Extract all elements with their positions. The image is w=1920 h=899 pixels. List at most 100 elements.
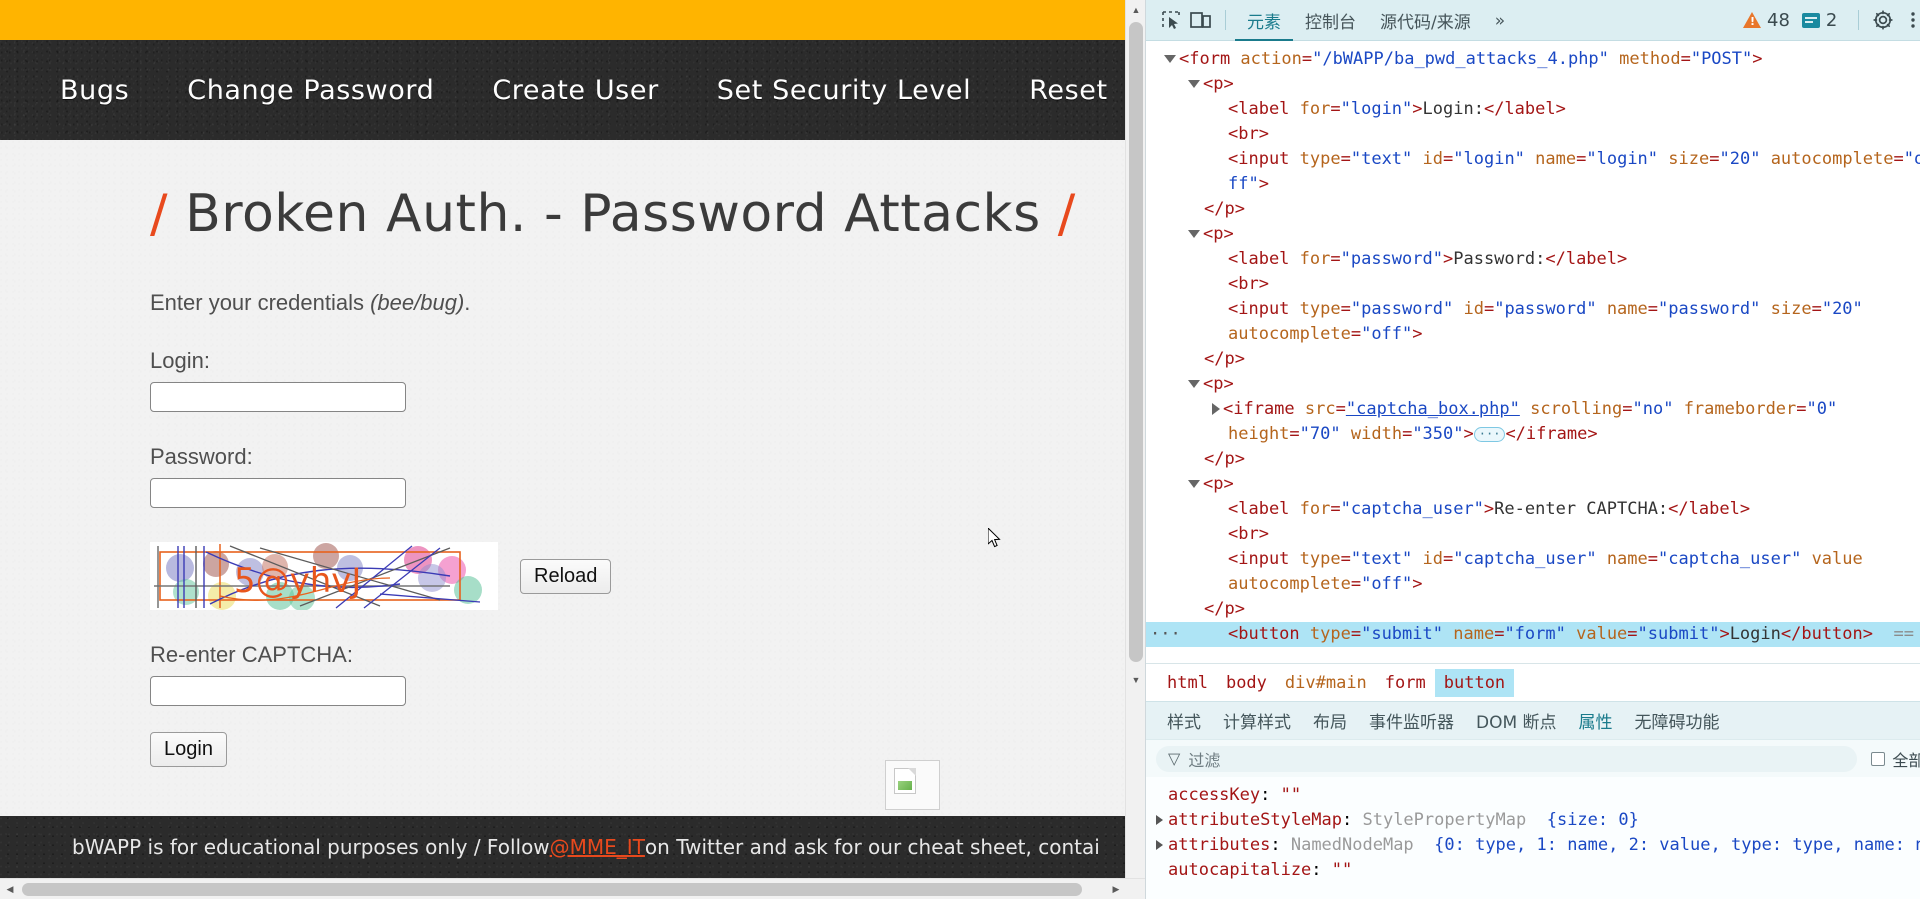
scroll-right-arrow-icon[interactable]: ▶ (1106, 879, 1126, 899)
show-all-toggle[interactable]: 全部显示 (1871, 747, 1920, 771)
dom-tree-line[interactable]: ff"> (1146, 172, 1920, 197)
expand-triangle-down-icon[interactable] (1164, 55, 1176, 63)
property-row[interactable]: accessKey: "" (1152, 783, 1920, 808)
page-hscroll-thumb[interactable] (22, 883, 1082, 896)
device-toolbar-icon[interactable] (1186, 5, 1216, 35)
expand-triangle-down-icon[interactable] (1188, 480, 1200, 488)
inspect-element-icon[interactable] (1156, 5, 1186, 35)
sidebar-tab[interactable]: 计算样式 (1212, 699, 1302, 742)
kebab-menu-icon[interactable] (1898, 5, 1920, 35)
dom-tree-line[interactable]: <iframe src="captcha_box.php" scrolling=… (1146, 397, 1920, 422)
dom-tree-line[interactable]: <label for="captcha_user">Re-enter CAPTC… (1146, 497, 1920, 522)
property-row[interactable]: attributeStyleMap: StylePropertyMap {siz… (1152, 808, 1920, 833)
expand-triangle-right-icon[interactable] (1156, 840, 1163, 850)
property-row[interactable]: attributes: NamedNodeMap {0: type, 1: na… (1152, 833, 1920, 858)
sidebar-tab[interactable]: 布局 (1302, 699, 1358, 742)
property-preview: {size: 0} (1526, 810, 1639, 830)
sidebar-tab[interactable]: 事件监听器 (1358, 699, 1465, 742)
page-content: / Broken Auth. - Password Attacks / Ente… (0, 140, 1145, 838)
credentials-hint-text: Enter your credentials (150, 290, 371, 315)
property-row[interactable]: autocapitalize: "" (1152, 858, 1920, 883)
devtools-tab[interactable]: 元素 (1235, 0, 1293, 42)
nav-item-bugs[interactable]: Bugs (60, 75, 129, 106)
dom-token: </p> (1204, 449, 1245, 469)
dom-tree-line[interactable]: <p> (1146, 72, 1920, 97)
expand-triangle-right-icon[interactable] (1212, 403, 1220, 415)
dom-token: = (1330, 499, 1341, 519)
breadcrumb-item[interactable]: button (1434, 668, 1515, 697)
dom-tree-line[interactable]: </p> (1146, 197, 1920, 222)
expand-triangle-down-icon[interactable] (1188, 80, 1200, 88)
password-input[interactable] (150, 478, 406, 508)
sidebar-tab[interactable]: DOM 断点 (1465, 699, 1568, 742)
dom-tree-line[interactable]: <input type="text" id="captcha_user" nam… (1146, 547, 1920, 572)
nav-item-reset[interactable]: Reset (1029, 75, 1107, 106)
scroll-left-arrow-icon[interactable]: ◀ (0, 879, 20, 899)
dom-token: = (1350, 324, 1362, 344)
reload-captcha-button[interactable]: Reload (520, 558, 612, 594)
dom-tree-line[interactable]: height="70" width="350"> ··· </iframe> (1146, 422, 1920, 447)
breadcrumb-item[interactable]: form (1376, 669, 1435, 697)
dom-tree-line[interactable]: <input type="text" id="login" name="logi… (1146, 147, 1920, 172)
properties-list[interactable]: accessKey: "" attributeStyleMap: StylePro… (1146, 777, 1920, 899)
devtools-tab[interactable]: 源代码/来源 (1368, 0, 1483, 42)
dom-tree-line[interactable]: <p> (1146, 472, 1920, 497)
dom-tree-line[interactable]: autocomplete="off"> (1146, 322, 1920, 347)
nav-item-create-user[interactable]: Create User (492, 75, 658, 106)
dom-tree-line[interactable]: <p> (1146, 222, 1920, 247)
more-tabs-button[interactable]: » (1483, 1, 1517, 40)
dom-tree-line[interactable]: </p> (1146, 597, 1920, 622)
gear-icon[interactable] (1868, 5, 1898, 35)
message-count-indicator[interactable]: 2 (1801, 10, 1837, 31)
page-horizontal-scrollbar[interactable]: ◀ ▶ (0, 878, 1145, 899)
footer-twitter-link[interactable]: @MME_IT (550, 835, 645, 859)
dom-tree-line[interactable]: <br> (1146, 522, 1920, 547)
dom-tree-line[interactable]: <p> (1146, 372, 1920, 397)
dom-tree-line[interactable]: <br> (1146, 122, 1920, 147)
dom-token: > (1442, 249, 1454, 269)
sidebar-tab[interactable]: 无障碍功能 (1624, 699, 1731, 742)
dom-tree-line[interactable]: </p> (1146, 447, 1920, 472)
sidebar-tab[interactable]: 属性 (1568, 699, 1624, 742)
captcha-input[interactable] (150, 676, 406, 706)
breadcrumb-item[interactable]: body (1217, 669, 1276, 697)
scroll-up-arrow-icon[interactable]: ▲ (1126, 0, 1145, 20)
expand-triangle-down-icon[interactable] (1188, 230, 1200, 238)
sidebar-tab[interactable]: 样式 (1156, 699, 1212, 742)
dom-token: <label (1228, 249, 1300, 269)
dom-token: > (1412, 324, 1423, 344)
dom-tree-line[interactable]: <label for="login">Login:</label> (1146, 97, 1920, 122)
captcha-image: 5@yhvJ (150, 542, 498, 610)
dom-tree-line-selected[interactable]: ··· <button type="submit" name="form" val… (1146, 622, 1920, 647)
dom-tree[interactable]: <form action = "/bWAPP/ba_pwd_attacks_4.ph… (1146, 41, 1920, 663)
dom-tree-line[interactable]: <label for="password">Password:</label> (1146, 247, 1920, 272)
warning-count-indicator[interactable]: 48 (1743, 10, 1790, 31)
login-input[interactable] (150, 382, 406, 412)
dom-tree-line[interactable]: <form action="/bWAPP/ba_pwd_attacks_4.ph… (1146, 47, 1920, 72)
breadcrumb-item[interactable]: div#main (1276, 669, 1376, 697)
expand-triangle-down-icon[interactable] (1188, 380, 1200, 388)
nav-item-set-security-level[interactable]: Set Security Level (717, 75, 971, 106)
show-all-checkbox[interactable] (1871, 751, 1886, 766)
breadcrumb-item[interactable]: html (1158, 669, 1217, 697)
dom-tree-line[interactable]: autocomplete="off"> (1146, 572, 1920, 597)
dom-tree-line[interactable]: </p> (1146, 347, 1920, 372)
filter-input[interactable]: ▽ 过滤 (1156, 745, 1858, 772)
dom-overflow-dots[interactable]: ··· (1150, 622, 1181, 647)
expand-triangle-right-icon[interactable] (1156, 815, 1163, 825)
page-vertical-scrollbar[interactable]: ▲ ▼ (1125, 0, 1145, 878)
dom-token: = (1340, 299, 1351, 319)
dom-token: = (1647, 299, 1659, 319)
page-vscroll-thumb[interactable] (1129, 22, 1143, 662)
dom-tree-line[interactable]: <input type="password" id="password" nam… (1146, 297, 1920, 322)
scroll-down-arrow-icon[interactable]: ▼ (1126, 670, 1145, 690)
devtools-tab[interactable]: 控制台 (1293, 0, 1368, 42)
collapsed-content-badge[interactable]: ··· (1473, 426, 1506, 442)
dom-token: src (1304, 399, 1336, 419)
nav-item-change-password[interactable]: Change Password (187, 75, 434, 106)
dom-token: = (1576, 149, 1587, 169)
login-submit-button[interactable]: Login (150, 732, 227, 767)
dom-token: = (1622, 399, 1633, 419)
dom-token: = (1330, 249, 1341, 269)
dom-tree-line[interactable]: <br> (1146, 272, 1920, 297)
